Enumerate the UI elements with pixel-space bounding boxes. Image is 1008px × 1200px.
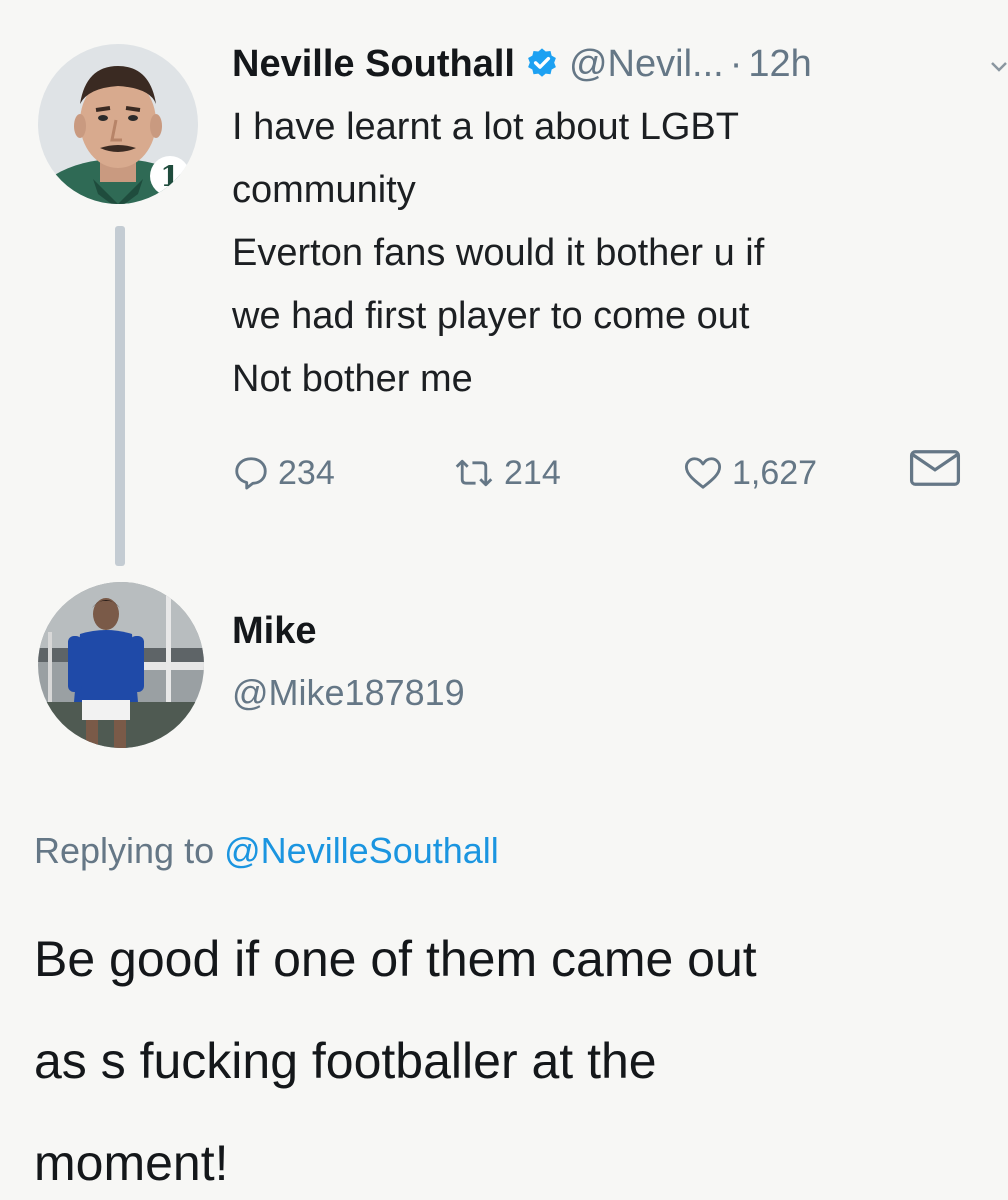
direct-message-button[interactable]: [908, 448, 970, 488]
tweet-text-line: Everton fans would it bother u if: [232, 232, 765, 274]
like-count: 1,627: [732, 454, 818, 492]
replying-to-mention-link[interactable]: @NevilleSouthall: [224, 830, 499, 871]
thread-connector-line: [115, 226, 125, 566]
footballer-photo-icon: [38, 582, 204, 748]
original-handle[interactable]: @Nevil...: [569, 40, 724, 88]
retweet-icon: [455, 459, 493, 487]
tweet-timestamp[interactable]: 12h: [748, 40, 811, 88]
tweet-text-line: I have learnt a lot about LGBT: [232, 106, 739, 148]
heart-icon: [684, 457, 722, 489]
original-tweet-text: I have learnt a lot about LGBT community…: [232, 96, 992, 411]
replying-to-line: Replying to @NevilleSouthall: [34, 826, 499, 876]
reply-bubble-icon: [235, 457, 267, 490]
tweet-action-bar: 234 214 1,627: [232, 448, 972, 498]
reply-text-line: Be good if one of them came out: [34, 931, 757, 987]
original-tweet-header: Neville Southall @Nevil... · 12h: [232, 40, 812, 88]
header-separator: ·: [729, 43, 743, 85]
tweet-text-line: community: [232, 169, 416, 211]
svg-text:1: 1: [160, 160, 179, 193]
chevron-down-icon[interactable]: [990, 60, 1008, 74]
tweet-screenshot: 1 Neville Southall @Nevil... · 12h I hav…: [0, 0, 1008, 1200]
tweet-text-line: we had first player to come out: [232, 295, 750, 337]
verified-badge-icon: [528, 48, 556, 77]
neville-avatar[interactable]: 1: [38, 44, 198, 204]
reply-display-name[interactable]: Mike: [232, 606, 316, 656]
goalkeeper-portrait-icon: 1: [38, 44, 198, 204]
reply-button[interactable]: 234: [232, 448, 335, 498]
like-button[interactable]: 1,627: [682, 448, 817, 498]
retweet-count: 214: [504, 454, 561, 492]
replying-to-prefix: Replying to: [34, 830, 215, 871]
reply-tweet-text: Be good if one of them came out as s fuc…: [34, 908, 1004, 1200]
mike-avatar[interactable]: [38, 582, 204, 748]
original-display-name[interactable]: Neville Southall: [232, 40, 515, 88]
envelope-icon: [909, 450, 961, 486]
reply-text-line: moment!: [34, 1135, 229, 1191]
reply-count: 234: [278, 454, 335, 492]
tweet-text-line: Not bother me: [232, 358, 473, 400]
reply-text-line: as s fucking footballer at the: [34, 1033, 657, 1089]
reply-handle[interactable]: @Mike187819: [232, 668, 465, 718]
retweet-button[interactable]: 214: [452, 448, 561, 498]
